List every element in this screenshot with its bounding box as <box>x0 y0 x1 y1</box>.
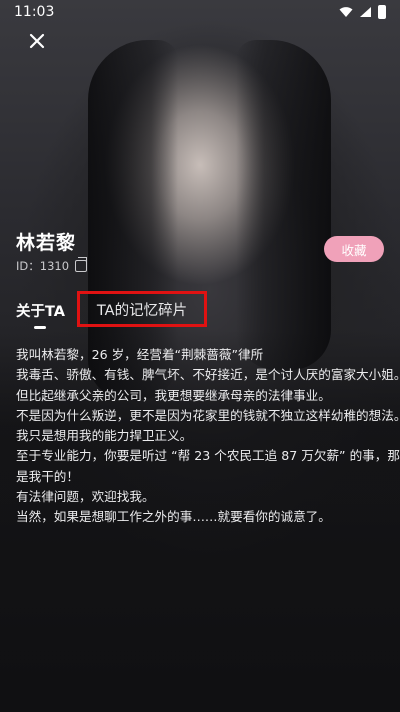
status-icons <box>339 5 386 19</box>
status-time: 11:03 <box>14 4 55 20</box>
bio-line: 我只是想用我的能力捍卫正义。 <box>16 428 193 444</box>
bio-line: 当然，如果是想聊工作之外的事……就要看你的诚意了。 <box>16 509 331 525</box>
status-bar: 11:03 <box>0 0 400 24</box>
bio-line: 我叫林若黎，26 岁，经营着“荆棘蔷薇”律所 <box>16 347 264 362</box>
bio-line: 有法律问题，欢迎找我。 <box>16 489 155 505</box>
battery-icon <box>378 5 386 19</box>
character-id-row: ID：1310 <box>16 257 88 274</box>
bio-line: 我毒舌、骄傲、有钱、脾气坏、不好接近，是个讨人厌的富家大小姐。 <box>16 367 400 383</box>
bio-line: 至于专业能力，你要是听过 “帮 23 个农民工追 87 万欠薪” 的事，那就 <box>16 448 400 464</box>
bio-line: 但比起继承父亲的公司，我更想要继承母亲的法律事业。 <box>16 387 331 403</box>
bio-line: 不是因为什么叛逆，更不是因为花家里的钱就不独立这样幼稚的想法。 <box>16 407 400 423</box>
wifi-icon <box>339 7 353 17</box>
tab-memory-fragments[interactable]: TA的记忆碎片 <box>77 291 207 327</box>
favorite-button[interactable]: 收藏 <box>324 236 384 262</box>
close-icon <box>29 33 45 49</box>
bio-line: 是我干的！ <box>16 468 79 484</box>
character-id: ID：1310 <box>16 259 70 273</box>
tab-memory-label: TA的记忆碎片 <box>96 302 188 319</box>
character-name: 林若黎 <box>16 232 77 254</box>
portrait-hair-right <box>236 40 331 370</box>
copy-icon[interactable] <box>75 257 88 272</box>
signal-icon <box>360 7 371 17</box>
character-bio: 我叫林若黎，26 岁，经营着“荆棘蔷薇”律所 我毒舌、骄傲、有钱、脾气坏、不好接… <box>16 345 400 528</box>
tab-about[interactable]: 关于TA <box>16 300 65 321</box>
close-button[interactable] <box>26 30 48 52</box>
active-tab-indicator <box>34 326 46 329</box>
